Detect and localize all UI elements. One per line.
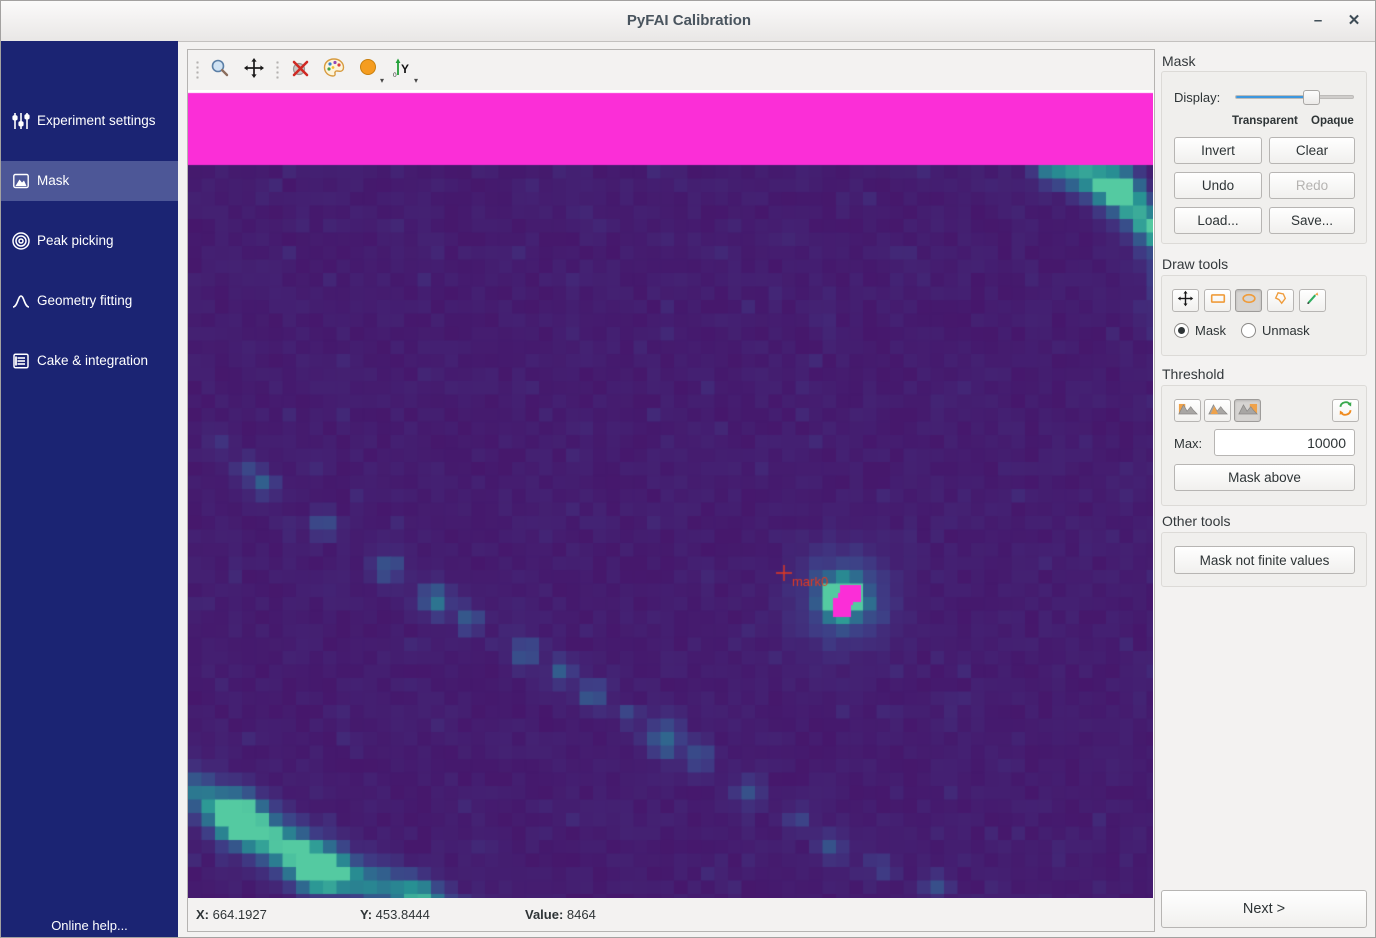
sidebar-item-mask[interactable]: Mask <box>1 161 178 201</box>
refresh-icon <box>1337 400 1354 422</box>
pan-tool-button[interactable] <box>1172 289 1199 312</box>
plot-panel: ▾ Y 0 ▾ X: 664.1927 Y: 453.8444 Value: 8… <box>187 49 1155 932</box>
save-button[interactable]: Save... <box>1269 207 1355 234</box>
histogram-above-icon <box>1238 401 1258 421</box>
toolbar-grip <box>274 59 280 81</box>
sidebar-item-experiment-settings[interactable]: Experiment settings <box>1 101 178 141</box>
sidebar-item-label: Cake & integration <box>37 341 148 381</box>
opaque-label: Opaque <box>1311 115 1354 127</box>
palette-icon <box>322 56 346 85</box>
title-bar: PyFAI Calibration – ✕ <box>1 1 1376 42</box>
plot-toolbar: ▾ Y 0 ▾ <box>188 50 1154 90</box>
sidebar-item-cake-integration[interactable]: Cake & integration <box>1 341 178 381</box>
image-view <box>188 90 1154 899</box>
threshold-title: Threshold <box>1162 366 1224 382</box>
minimize-button[interactable]: – <box>1305 9 1331 33</box>
pan-arrows-icon <box>243 57 265 84</box>
pencil-icon <box>1304 290 1321 311</box>
mask-image-icon <box>11 171 31 191</box>
sidebar-item-label: Experiment settings <box>37 101 156 141</box>
reset-zoom-button[interactable] <box>286 56 314 84</box>
sidebar-item-peak-picking[interactable]: Peak picking <box>1 221 178 261</box>
close-button[interactable]: ✕ <box>1341 9 1367 33</box>
threshold-group: Max: Mask above <box>1161 385 1367 506</box>
chevron-down-icon: ▾ <box>380 76 384 85</box>
sliders-icon <box>11 111 31 131</box>
sidebar-item-label: Geometry fitting <box>37 281 132 321</box>
detector-image-canvas[interactable] <box>188 90 1153 898</box>
slider-fill <box>1236 96 1311 98</box>
concentric-rings-icon <box>11 231 31 251</box>
sidebar-item-label: Mask <box>37 161 69 201</box>
mask-opacity-slider[interactable] <box>1235 95 1354 99</box>
cursor-y-readout: Y: 453.8444 <box>360 898 430 931</box>
online-help-link[interactable]: Online help... <box>1 918 178 933</box>
next-button[interactable]: Next > <box>1161 890 1367 928</box>
pan-mode-button[interactable] <box>240 56 268 84</box>
ellipse-tool-button[interactable] <box>1235 289 1262 312</box>
cursor-value-readout: Value: 8464 <box>525 898 596 931</box>
window-title: PyFAI Calibration <box>1 1 1376 41</box>
zoom-mode-button[interactable] <box>206 56 234 84</box>
pyfai-calibration-window: PyFAI Calibration – ✕ Experiment setting… <box>0 0 1376 938</box>
orange-circle-icon <box>357 57 379 84</box>
toolbar-grip <box>194 59 200 81</box>
load-button[interactable]: Load... <box>1174 207 1262 234</box>
mask-radio-label: Mask <box>1195 323 1226 338</box>
polygon-tool-button[interactable] <box>1267 289 1294 312</box>
rectangle-icon <box>1209 291 1227 311</box>
peak-curve-icon <box>11 291 31 311</box>
y-axis-icon: Y 0 <box>390 56 414 85</box>
svg-text:Y: Y <box>401 62 409 76</box>
transparent-label: Transparent <box>1232 115 1298 127</box>
mask-radio[interactable] <box>1174 323 1189 338</box>
draw-tools-group: Mask Unmask <box>1161 275 1367 356</box>
redo-button: Redo <box>1269 172 1355 199</box>
mask-between-threshold-button[interactable] <box>1204 399 1231 422</box>
mask-color-button[interactable]: ▾ <box>354 56 382 84</box>
magnifier-icon <box>209 57 231 84</box>
undo-button[interactable]: Undo <box>1174 172 1262 199</box>
invert-button[interactable]: Invert <box>1174 137 1262 164</box>
refresh-threshold-button[interactable] <box>1332 399 1359 422</box>
rectangle-tool-button[interactable] <box>1204 289 1231 312</box>
polygon-icon <box>1272 290 1289 311</box>
pencil-tool-button[interactable] <box>1299 289 1326 312</box>
mask-display-group: Display: Transparent Opaque Invert Clear… <box>1161 71 1367 244</box>
ellipse-icon <box>1240 291 1258 311</box>
y-axis-orientation-button[interactable]: Y 0 ▾ <box>388 56 416 84</box>
unmask-radio-label: Unmask <box>1262 323 1310 338</box>
position-statusbar: X: 664.1927 Y: 453.8444 Value: 8464 <box>188 898 1154 931</box>
unmask-radio[interactable] <box>1241 323 1256 338</box>
task-sidebar: Experiment settings Mask Peak picking Ge… <box>1 41 178 938</box>
max-label: Max: <box>1174 436 1202 451</box>
mask-section-title: Mask <box>1162 53 1195 69</box>
mask-above-threshold-button[interactable] <box>1234 399 1261 422</box>
slider-handle[interactable] <box>1303 90 1320 105</box>
max-threshold-input[interactable] <box>1214 429 1355 456</box>
clear-button[interactable]: Clear <box>1269 137 1355 164</box>
display-label: Display: <box>1174 90 1220 105</box>
mask-below-threshold-button[interactable] <box>1174 399 1201 422</box>
mask-not-finite-button[interactable]: Mask not finite values <box>1174 546 1355 574</box>
mask-above-button[interactable]: Mask above <box>1174 464 1355 491</box>
histogram-below-icon <box>1178 401 1198 421</box>
histogram-between-icon <box>1208 401 1228 421</box>
pan-arrows-icon <box>1177 290 1194 312</box>
sidebar-item-geometry-fitting[interactable]: Geometry fitting <box>1 281 178 321</box>
layers-icon <box>11 351 31 371</box>
reset-zoom-icon <box>289 57 311 84</box>
cursor-x-readout: X: 664.1927 <box>196 898 267 931</box>
other-tools-title: Other tools <box>1162 513 1230 529</box>
colormap-button[interactable] <box>320 56 348 84</box>
draw-tools-title: Draw tools <box>1162 256 1228 272</box>
sidebar-item-label: Peak picking <box>37 221 114 261</box>
other-tools-group: Mask not finite values <box>1161 532 1367 587</box>
svg-text:0: 0 <box>393 72 397 79</box>
chevron-down-icon: ▾ <box>414 76 418 85</box>
